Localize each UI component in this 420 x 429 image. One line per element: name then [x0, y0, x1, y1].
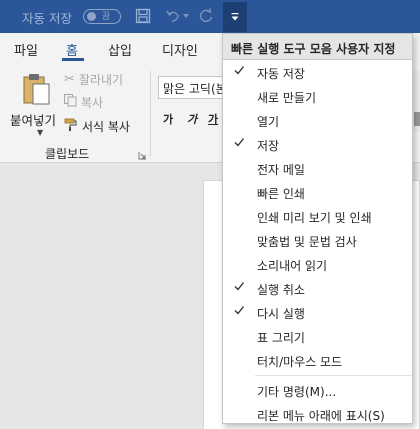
active-tab-indicator: [62, 58, 84, 61]
underline-button[interactable]: 가: [208, 111, 218, 127]
menu-title: 빠른 실행 도구 모음 사용자 지정: [223, 34, 412, 60]
title-bar: 자동 저장 끔: [0, 0, 420, 33]
undo-icon[interactable]: [163, 6, 183, 26]
customize-qat-menu: 빠른 실행 도구 모음 사용자 지정 자동 저장새로 만들기열기저장전자 메일빠…: [222, 33, 413, 424]
scissors-icon: ✂: [64, 71, 75, 87]
menu-item-label: 빠른 인쇄: [257, 187, 305, 201]
menu-item-list: 자동 저장새로 만들기열기저장전자 메일빠른 인쇄인쇄 미리 보기 및 인쇄맞춤…: [223, 60, 412, 372]
copy-label: 복사: [81, 95, 104, 110]
menu-item[interactable]: 맞춤법 및 문법 검사: [223, 228, 412, 252]
menu-item[interactable]: 전자 메일: [223, 156, 412, 180]
menu-item-label: 열기: [257, 115, 280, 129]
menu-item-label: 터치/마우스 모드: [257, 355, 343, 369]
menu-item[interactable]: 저장: [223, 132, 412, 156]
cut-label: 잘라내기: [78, 72, 124, 87]
menu-item[interactable]: 빠른 인쇄: [223, 180, 412, 204]
undo-dropdown-icon[interactable]: [181, 6, 191, 26]
ribbon-scroll-marker[interactable]: [414, 112, 420, 126]
font-name-field[interactable]: 맑은 고딕(본: [158, 76, 228, 99]
menu-item-label: 실행 취소: [257, 283, 305, 297]
menu-item[interactable]: 소리내어 읽기: [223, 252, 412, 276]
paste-dropdown-icon[interactable]: ▼: [37, 128, 43, 137]
menu-item-label: 새로 만들기: [257, 91, 317, 105]
paste-icon: [23, 74, 50, 105]
tab-file[interactable]: 파일: [14, 40, 38, 59]
autosave-toggle[interactable]: 끔: [83, 9, 121, 24]
menu-item[interactable]: 열기: [223, 108, 412, 132]
copy-icon: [64, 94, 77, 110]
menu-item[interactable]: 실행 취소: [223, 276, 412, 300]
brush-icon: [64, 118, 78, 135]
menu-item[interactable]: 표 그리기: [223, 324, 412, 348]
menu-item-label: 인쇄 미리 보기 및 인쇄: [257, 211, 372, 225]
menu-item-label: 전자 메일: [257, 163, 305, 177]
menu-item-label: 자동 저장: [257, 67, 305, 81]
dialog-launcher-icon[interactable]: [138, 149, 147, 160]
copy-button[interactable]: 복사: [64, 92, 103, 112]
tab-design[interactable]: 디자인: [162, 40, 198, 59]
paste-label: 붙여넣기: [10, 113, 57, 128]
tab-home[interactable]: 홈: [66, 40, 78, 59]
format-painter-button[interactable]: 서식 복사: [64, 116, 130, 136]
show-below-ribbon-item[interactable]: 리본 메뉴 아래에 표시(S): [223, 402, 412, 426]
tab-insert[interactable]: 삽입: [108, 40, 132, 59]
menu-item-label: 저장: [257, 139, 280, 153]
menu-item-label: 표 그리기: [257, 331, 305, 345]
checkmark-icon: [234, 282, 245, 291]
menu-item[interactable]: 자동 저장: [223, 60, 412, 84]
checkmark-icon: [234, 66, 245, 75]
redo-icon[interactable]: [196, 6, 216, 26]
paste-button[interactable]: 붙여넣기 ▼: [6, 68, 64, 138]
more-commands-label: 기타 명령(M)...: [257, 385, 337, 399]
menu-item[interactable]: 새로 만들기: [223, 84, 412, 108]
italic-button[interactable]: 가: [187, 111, 197, 127]
menu-item-label: 맞춤법 및 문법 검사: [257, 235, 357, 249]
more-commands-item[interactable]: 기타 명령(M)...: [223, 378, 412, 402]
customize-qat-icon: [231, 13, 239, 21]
menu-item-label: 다시 실행: [257, 307, 305, 321]
checkmark-icon: [234, 138, 245, 147]
save-icon[interactable]: [133, 6, 153, 26]
customize-qat-button[interactable]: [223, 2, 247, 32]
menu-item[interactable]: 인쇄 미리 보기 및 인쇄: [223, 204, 412, 228]
bold-button[interactable]: 가: [163, 111, 173, 127]
toggle-knob: [87, 12, 96, 21]
format-painter-label: 서식 복사: [82, 119, 130, 134]
show-below-ribbon-label: 리본 메뉴 아래에 표시(S): [257, 409, 385, 423]
cut-button[interactable]: ✂ 잘라내기: [64, 69, 123, 89]
checkmark-icon: [234, 306, 245, 315]
clipboard-group-label: 클립보드: [45, 147, 90, 161]
autosave-label: 자동 저장: [22, 11, 72, 26]
menu-item[interactable]: 다시 실행: [223, 300, 412, 324]
toggle-state: 끔: [102, 12, 111, 22]
group-separator: [150, 71, 151, 156]
menu-separator: [255, 375, 412, 376]
menu-item-label: 소리내어 읽기: [257, 259, 328, 273]
menu-item[interactable]: 터치/마우스 모드: [223, 348, 412, 372]
